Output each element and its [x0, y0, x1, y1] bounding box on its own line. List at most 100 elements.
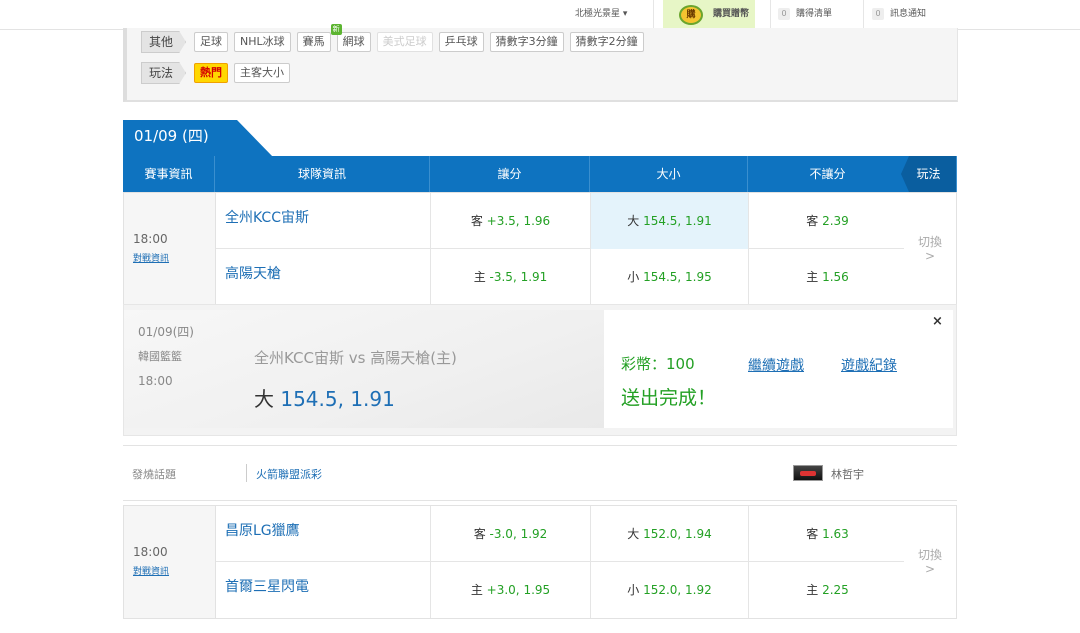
game-event-info: 18:00 對戰資訊 [124, 193, 216, 305]
side-label: 客 [473, 527, 486, 541]
odds-value: 152.0, 1.94 [643, 527, 712, 541]
game-time: 18:00 [133, 232, 168, 246]
chip-nhl[interactable]: NHL冰球 [234, 32, 291, 52]
odds-value: 152.0, 1.92 [643, 583, 712, 597]
side-label: 客 [806, 214, 819, 228]
odds-value: 1.63 [822, 527, 849, 541]
chip-home-away-total[interactable]: 主客大小 [234, 63, 291, 83]
bet-date: 01/09(四) [138, 325, 194, 339]
game-row: 18:00 對戰資訊 昌原LG獵鷹 客 -3.0, 1.92 大 152.0, … [123, 505, 957, 619]
odds-value: -3.0, 1.92 [489, 527, 548, 541]
switch-play-button[interactable]: 切換 > [904, 193, 956, 305]
away-team-row: 全州KCC宙斯 客 +3.5, 1.96 大 154.5, 1.91 客 2.3… [216, 193, 907, 249]
total-odds-cell[interactable]: 大 152.0, 1.94 [591, 506, 749, 562]
cart-link[interactable]: 0 購得清單 [778, 0, 832, 29]
header-play-mode[interactable]: 玩法 [901, 156, 957, 192]
game-history-link[interactable]: 遊戲紀錄 [841, 355, 897, 375]
side-label: 主 [806, 270, 819, 284]
chevron-right-icon: > [924, 562, 936, 576]
spread-odds-cell[interactable]: 客 +3.5, 1.96 [431, 193, 591, 249]
odds-value: 154.5, 1.91 [643, 214, 712, 228]
star-dropdown[interactable]: 北極光景星 ▾ [575, 0, 627, 29]
bet-time: 18:00 [138, 374, 173, 388]
divider [246, 464, 247, 482]
home-team-row: 高陽天槍 主 -3.5, 1.91 小 154.5, 1.95 主 1.56 [216, 249, 907, 305]
matchup-info-link[interactable]: 對戰資訊 [133, 564, 169, 577]
bet-status: 送出完成！ [621, 387, 717, 409]
bet-confirmation-panel: 01/09(四) 韓國籃籃 18:00 全州KCC宙斯 vs 高陽天槍(主) 大… [123, 304, 957, 436]
messages-label: 訊息通知 [890, 9, 927, 19]
switch-play-button[interactable]: 切換 > [904, 506, 956, 618]
switch-label: 切換 [917, 548, 942, 562]
total-odds-cell[interactable]: 小 154.5, 1.95 [591, 249, 749, 305]
table-header: 賽事資訊 球隊資訊 讓分 大小 不讓分 玩法 [123, 156, 957, 192]
chip-guess-3min[interactable]: 猜數字3分鐘 [489, 32, 564, 52]
header-total: 大小 [590, 156, 748, 192]
continue-game-link[interactable]: 繼續遊戲 [748, 355, 804, 375]
chip-soccer[interactable]: 足球 [194, 32, 229, 52]
sport-filter-row: 其他 足球 NHL冰球 賽馬 新網球 美式足球 乒乓球 猜數字3分鐘 猜數字2分… [141, 24, 650, 53]
topic-title-link[interactable]: 火箭聯盟派彩 [256, 466, 322, 482]
odds-value: +3.5, 1.96 [486, 214, 551, 228]
side-label: 客 [806, 527, 819, 541]
moneyline-odds-cell[interactable]: 主 1.56 [749, 249, 907, 305]
date-tab: 01/09 (四) [123, 120, 273, 157]
buy-coins-button[interactable]: 購 購買贈幣 [663, 0, 755, 29]
team-name: 全州KCC宙斯 [216, 193, 431, 249]
filter-head-play: 玩法 [141, 62, 187, 84]
header-team: 球隊資訊 [215, 156, 430, 192]
bet-league: 韓國籃籃 [138, 350, 182, 363]
header-spread: 讓分 [430, 156, 590, 192]
moneyline-odds-cell[interactable]: 主 2.25 [749, 562, 907, 618]
game-row: 18:00 對戰資訊 全州KCC宙斯 客 +3.5, 1.96 大 154.5,… [123, 192, 957, 306]
spread-odds-cell[interactable]: 主 -3.5, 1.91 [431, 249, 591, 305]
topic-author[interactable]: 林哲宇 [831, 466, 864, 482]
spread-odds-cell[interactable]: 客 -3.0, 1.92 [431, 506, 591, 562]
play-filter-row: 玩法 熱門 主客大小 [141, 62, 296, 84]
avatar [793, 465, 823, 481]
side-label: 大 [627, 214, 640, 228]
team-name: 首爾三星閃電 [216, 562, 431, 618]
moneyline-odds-cell[interactable]: 客 1.63 [749, 506, 907, 562]
buy-coins-label: 購買贈幣 [713, 9, 750, 19]
chip-hot[interactable]: 熱門 [194, 63, 229, 83]
coin-icon: 購 [679, 5, 703, 25]
side-label: 主 [470, 583, 483, 597]
home-team-row: 首爾三星閃電 主 +3.0, 1.95 小 152.0, 1.92 主 2.25 [216, 562, 907, 618]
game-event-info: 18:00 對戰資訊 [124, 506, 216, 618]
divider [653, 0, 654, 29]
chip-guess-2min[interactable]: 猜數字2分鐘 [569, 32, 644, 52]
total-odds-cell-selected[interactable]: 大 154.5, 1.91 [591, 193, 749, 249]
bet-credit: 彩幣：100 [621, 355, 695, 373]
away-team-row: 昌原LG獵鷹 客 -3.0, 1.92 大 152.0, 1.94 客 1.63 [216, 506, 907, 562]
top-bar: 北極光景星 ▾ 購 購買贈幣 0 購得清單 0 訊息通知 [0, 0, 1080, 30]
odds-value: +3.0, 1.95 [486, 583, 551, 597]
team-name: 高陽天槍 [216, 249, 431, 305]
total-odds-cell[interactable]: 小 152.0, 1.92 [591, 562, 749, 618]
matchup-info-link[interactable]: 對戰資訊 [133, 251, 169, 264]
team-name: 昌原LG獵鷹 [216, 506, 431, 562]
bet-side: 大 [254, 387, 274, 411]
odds-value: 1.56 [822, 270, 849, 284]
cart-label: 購得清單 [796, 9, 833, 19]
switch-label: 切換 [917, 235, 942, 249]
message-count-badge: 0 [872, 7, 884, 20]
side-label: 大 [627, 527, 640, 541]
spread-odds-cell[interactable]: 主 +3.0, 1.95 [431, 562, 591, 618]
odds-value: 2.25 [822, 583, 849, 597]
side-label: 客 [470, 214, 483, 228]
chip-tennis[interactable]: 新網球 [330, 24, 371, 52]
chip-tennis-label: 網球 [342, 35, 365, 48]
game-time: 18:00 [133, 545, 168, 559]
chip-table-tennis[interactable]: 乒乓球 [438, 32, 484, 52]
side-label: 小 [627, 270, 640, 284]
messages-link[interactable]: 0 訊息通知 [872, 0, 926, 29]
odds-value: 154.5, 1.95 [643, 270, 712, 284]
chip-horse-racing[interactable]: 賽馬 [296, 32, 331, 52]
bet-matchup: 全州KCC宙斯 vs 高陽天槍(主) [254, 349, 457, 367]
side-label: 主 [806, 583, 819, 597]
moneyline-odds-cell[interactable]: 客 2.39 [749, 193, 907, 249]
topic-label: 發燒話題 [132, 468, 176, 481]
close-icon[interactable]: × [932, 314, 943, 329]
chip-american-football: 美式足球 [376, 32, 433, 52]
